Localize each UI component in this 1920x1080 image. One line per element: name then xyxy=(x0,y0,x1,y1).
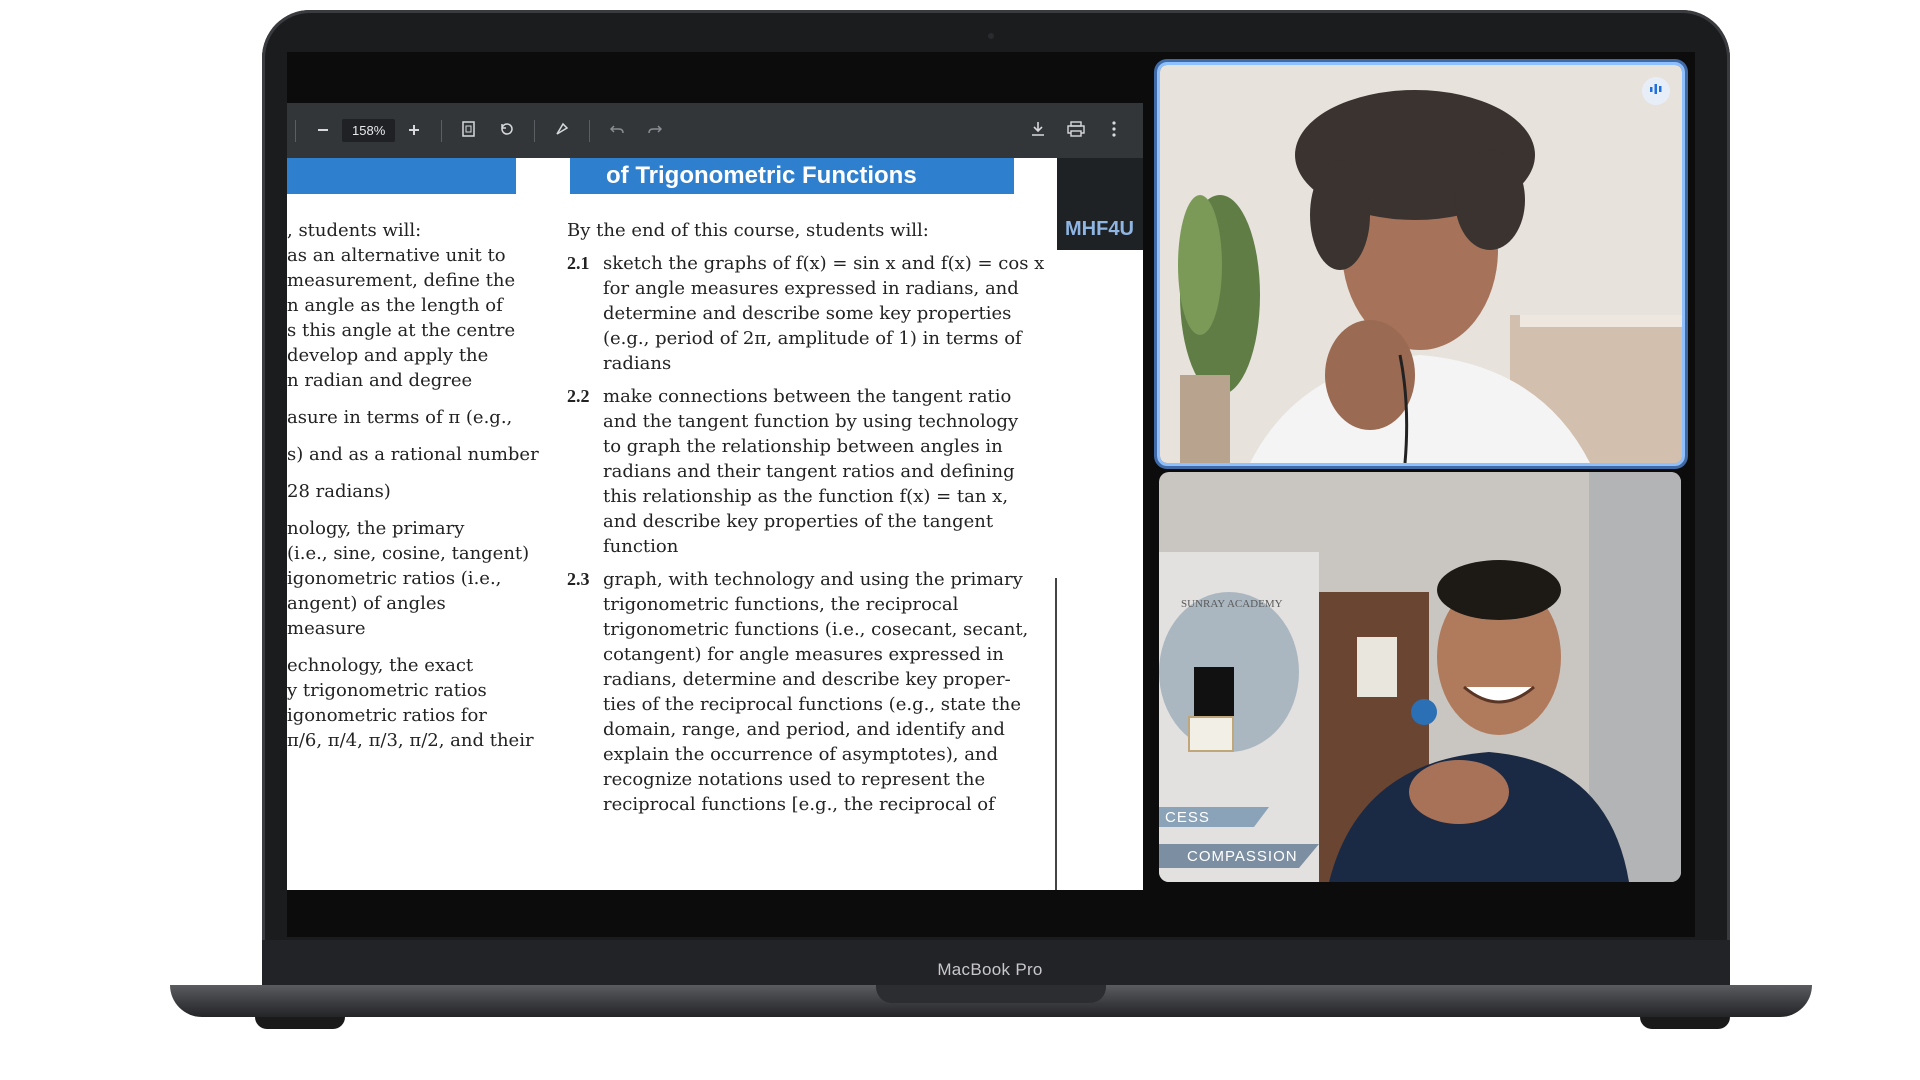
speaking-indicator-icon xyxy=(1649,82,1663,100)
more-vertical-icon xyxy=(1112,121,1116,140)
zoom-in-button[interactable] xyxy=(401,118,427,144)
course-code: MHF4U xyxy=(1065,218,1134,240)
left-column-line: asure in terms of π (e.g., xyxy=(287,407,513,428)
expectation-text: graph, with technology and using the pri… xyxy=(603,569,1029,815)
download-icon xyxy=(1031,121,1045,140)
tutor-video-feed: CESS COMPASSION SUNRAY ACADEMY xyxy=(1159,472,1681,882)
zoom-input[interactable]: 158% xyxy=(342,119,396,142)
left-column-line: angent) of angles xyxy=(287,593,446,614)
screen: 158% of Trigonometric Functions MHF4U , … xyxy=(287,52,1695,937)
expectation-number: 2.3 xyxy=(567,569,590,589)
left-column-line: measure xyxy=(287,618,366,639)
right-column: By the end of this course, students will… xyxy=(567,218,1047,825)
redo-icon xyxy=(648,122,663,139)
expectation-number: 2.2 xyxy=(567,386,590,406)
left-column-line: develop and apply the xyxy=(287,345,489,366)
banner-text-1: CESS xyxy=(1165,809,1210,826)
rotate-button[interactable] xyxy=(494,118,520,144)
left-column-text: , students will: as an alternative unit … xyxy=(287,218,577,753)
toolbar-divider xyxy=(441,119,443,142)
left-column-line: nology, the primary xyxy=(287,518,465,539)
undo-icon xyxy=(610,122,624,139)
toolbar-divider xyxy=(589,119,591,142)
plus-icon xyxy=(408,123,420,139)
vertical-rule xyxy=(1055,578,1057,890)
print-icon xyxy=(1067,121,1085,140)
expectation-text: make connections between the tangent rat… xyxy=(603,386,1019,557)
annotate-button[interactable] xyxy=(549,118,575,144)
fit-page-button[interactable] xyxy=(456,118,482,144)
speaking-indicator xyxy=(1642,77,1670,105)
left-column-line xyxy=(287,393,577,405)
left-column-line: y trigonometric ratios xyxy=(287,680,487,701)
left-column-line xyxy=(287,641,577,653)
zoom-out-button[interactable] xyxy=(310,118,336,144)
left-column-line: s this angle at the centre xyxy=(287,320,516,341)
left-column-line: 28 radians) xyxy=(287,481,391,502)
more-options-button[interactable] xyxy=(1101,118,1127,144)
left-column-line xyxy=(287,467,577,479)
left-column-line: igonometric ratios for xyxy=(287,705,487,726)
pdf-viewer: 158% of Trigonometric Functions MHF4U , … xyxy=(287,103,1143,890)
intro-text: By the end of this course, students will… xyxy=(567,220,929,241)
fit-page-icon xyxy=(462,121,476,140)
banner-text-2: COMPASSION xyxy=(1187,848,1298,865)
banner-text-top: SUNRAY ACADEMY xyxy=(1181,598,1283,610)
left-column-line: , students will: xyxy=(287,220,422,241)
download-button[interactable] xyxy=(1025,118,1051,144)
expectation-item: 2.2 make connections between the tangent … xyxy=(567,384,1047,559)
laptop-notch xyxy=(876,985,1106,1003)
rotate-icon xyxy=(499,121,515,140)
left-column-line: measurement, define the xyxy=(287,270,516,291)
toolbar-divider xyxy=(534,119,536,142)
expectation-text: sketch the graphs of f(x) = sin x and f(… xyxy=(603,253,1045,374)
student-video-feed xyxy=(1160,65,1682,463)
minus-icon xyxy=(317,123,329,139)
left-column-line: igonometric ratios (i.e., xyxy=(287,568,502,589)
video-tile-tutor[interactable]: CESS COMPASSION SUNRAY ACADEMY xyxy=(1159,472,1681,882)
left-column-line xyxy=(287,430,577,442)
left-column-line: (i.e., sine, cosine, tangent) xyxy=(287,543,530,564)
expectations-list: 2.1 sketch the graphs of f(x) = sin x and… xyxy=(567,251,1047,817)
left-column-line: echnology, the exact xyxy=(287,655,474,676)
left-column-line: s) and as a rational number xyxy=(287,444,539,465)
left-column-line xyxy=(287,504,577,516)
device-brand: MacBook Pro xyxy=(937,960,1043,979)
section-header-left xyxy=(287,158,516,194)
pdf-page: of Trigonometric Functions MHF4U , stude… xyxy=(287,158,1143,890)
laptop-foot xyxy=(255,1017,345,1029)
redo-button[interactable] xyxy=(642,118,668,144)
expectation-item: 2.1 sketch the graphs of f(x) = sin x and… xyxy=(567,251,1047,376)
toolbar-divider xyxy=(295,119,296,142)
undo-button[interactable] xyxy=(604,118,630,144)
print-button[interactable] xyxy=(1063,118,1089,144)
pdf-toolbar: 158% xyxy=(287,103,1143,158)
left-column-line: n radian and degree xyxy=(287,370,473,391)
camera-icon xyxy=(988,33,994,39)
laptop-foot xyxy=(1640,1017,1730,1029)
section-header-right: of Trigonometric Functions xyxy=(570,158,1014,194)
expectation-item: 2.3 graph, with technology and using the … xyxy=(567,567,1047,817)
left-column-line: π/6, π/4, π/3, π/2, and their xyxy=(287,730,534,751)
video-tile-student[interactable] xyxy=(1157,62,1685,466)
expectation-number: 2.1 xyxy=(567,253,590,273)
annotate-icon xyxy=(554,121,570,140)
left-column-line: n angle as the length of xyxy=(287,295,503,316)
left-column-line: as an alternative unit to xyxy=(287,245,506,266)
